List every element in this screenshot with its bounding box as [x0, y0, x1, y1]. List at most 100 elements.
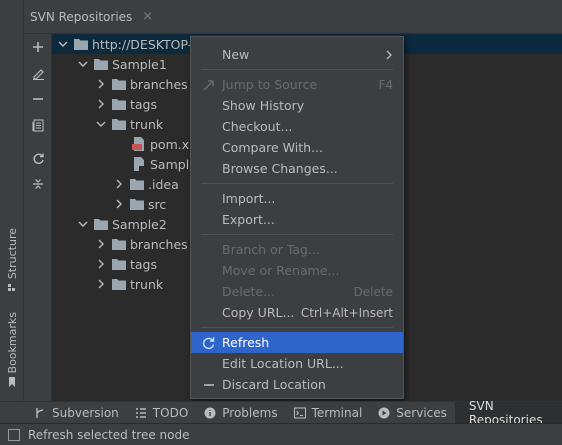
menu-item-label: Refresh [222, 335, 270, 350]
structure-icon [8, 284, 15, 292]
status-text: Refresh selected tree node [28, 427, 190, 442]
folder-icon [112, 259, 126, 270]
menu-item-label: Browse Changes... [222, 161, 338, 176]
folder-icon [74, 39, 88, 50]
tree-label: tags [130, 256, 158, 272]
add-icon [33, 42, 43, 52]
menu-item-label: Edit Location URL... [222, 356, 344, 371]
tree-label: Sample2 [112, 216, 167, 232]
todo-list-icon [135, 407, 146, 418]
tree-label: .idea [148, 176, 179, 192]
chevron-down-icon [96, 121, 106, 127]
menu-item-checkout[interactable]: Checkout... [191, 116, 403, 137]
menu-item-discard-location[interactable]: Discard Location [191, 374, 403, 395]
chevron-right-icon [98, 99, 104, 109]
tab-label: Problems [222, 405, 278, 420]
tab-subversion[interactable]: Subversion [0, 402, 127, 424]
status-bar: Refresh selected tree node [0, 423, 562, 445]
browse-changes-button[interactable] [28, 115, 48, 135]
refresh-icon [32, 153, 44, 164]
menu-item-label: Move or Rename... [222, 263, 340, 278]
remove-icon [33, 98, 43, 100]
tab-problems[interactable]: Problems [196, 402, 285, 424]
folder-icon [112, 239, 126, 250]
chevron-right-icon [98, 79, 104, 89]
chevron-right-icon [98, 279, 104, 289]
tree-label: src [148, 196, 167, 212]
terminal-icon [293, 407, 306, 418]
menu-item-label: Jump to Source [222, 77, 318, 92]
bookmark-icon [9, 377, 15, 388]
menu-shortcut: Delete [353, 284, 393, 299]
branch-icon [36, 407, 44, 418]
tab-terminal[interactable]: Terminal [286, 402, 371, 424]
edit-location-button[interactable] [28, 63, 48, 83]
left-tool-strip: Structure Bookmarks [0, 0, 24, 401]
info-icon [204, 407, 216, 418]
menu-shortcut: Ctrl+Alt+Insert [300, 305, 393, 320]
edit-icon [32, 68, 44, 80]
structure-tab[interactable]: Structure [3, 228, 21, 293]
folder-icon [94, 59, 108, 70]
menu-item-label: Copy URL... [222, 305, 295, 320]
chevron-right-icon [98, 259, 104, 269]
tab-label: Services [396, 405, 447, 420]
menu-item-label: Delete... [222, 284, 275, 299]
menu-item-label: Discard Location [222, 377, 326, 392]
menu-item-move-or-rename[interactable]: Move or Rename... [191, 260, 403, 281]
close-tab-icon[interactable]: × [142, 9, 153, 24]
folder-icon [94, 219, 108, 230]
tab-label: TODO [152, 405, 189, 420]
menu-item-refresh[interactable]: Refresh [191, 332, 403, 353]
tree-label: trunk [130, 116, 164, 132]
repository-toolbar [24, 34, 52, 401]
collapse-icon [33, 179, 43, 189]
tree-label: trunk [130, 276, 164, 292]
menu-item-compare-with[interactable]: Compare With... [191, 137, 403, 158]
remove-location-button[interactable] [28, 89, 48, 109]
folder-icon [112, 79, 126, 90]
menu-item-jump-to-source[interactable]: Jump to Source F4 [191, 74, 403, 95]
tab-todo[interactable]: TODO [127, 402, 196, 424]
tab-label: Terminal [311, 405, 363, 420]
browse-changes-icon [32, 119, 44, 131]
menu-item-label: New [222, 47, 250, 62]
menu-item-export[interactable]: Export... [191, 209, 403, 230]
bookmarks-tab[interactable]: Bookmarks [3, 312, 21, 388]
chevron-right-icon [116, 199, 122, 209]
add-location-button[interactable] [28, 37, 48, 57]
refresh-icon [202, 337, 215, 350]
chevron-right-icon [116, 179, 122, 189]
tab-services[interactable]: Services [370, 402, 455, 424]
services-icon [378, 407, 390, 418]
window-layout-icon[interactable] [8, 428, 20, 441]
menu-item-label: Show History [222, 98, 305, 113]
menu-separator [201, 183, 393, 184]
refresh-button[interactable] [28, 148, 48, 168]
tab-label: Subversion [52, 405, 119, 420]
menu-item-import[interactable]: Import... [191, 188, 403, 209]
menu-item-delete[interactable]: Delete... Delete [191, 281, 403, 302]
collapse-all-button[interactable] [28, 174, 48, 194]
menu-item-show-history[interactable]: Show History [191, 95, 403, 116]
menu-item-branch-or-tag[interactable]: Branch or Tag... [191, 239, 403, 260]
folder-icon [112, 119, 126, 130]
menu-item-new[interactable]: New [191, 44, 403, 65]
tree-label: branches [130, 236, 188, 252]
menu-item-browse-changes[interactable]: Browse Changes... [191, 158, 403, 179]
tab-svn-repositories[interactable]: SVN Repositories [454, 399, 562, 427]
chevron-down-icon [58, 41, 68, 47]
menu-item-copy-url[interactable]: Copy URL... Ctrl+Alt+Insert [191, 302, 403, 323]
submenu-arrow-icon [386, 50, 392, 59]
tree-label: branches [130, 76, 188, 92]
chevron-right-icon [98, 239, 104, 249]
maven-file-icon [132, 137, 144, 151]
tree-label: tags [130, 96, 158, 112]
chevron-down-icon [78, 61, 88, 67]
tool-window-bar: Subversion TODO Problems Terminal Servic… [0, 399, 562, 427]
remove-icon [204, 384, 214, 386]
folder-icon [130, 199, 144, 210]
menu-item-edit-location-url[interactable]: Edit Location URL... [191, 353, 403, 374]
file-icon [134, 157, 144, 171]
menu-shortcut: F4 [378, 77, 393, 92]
